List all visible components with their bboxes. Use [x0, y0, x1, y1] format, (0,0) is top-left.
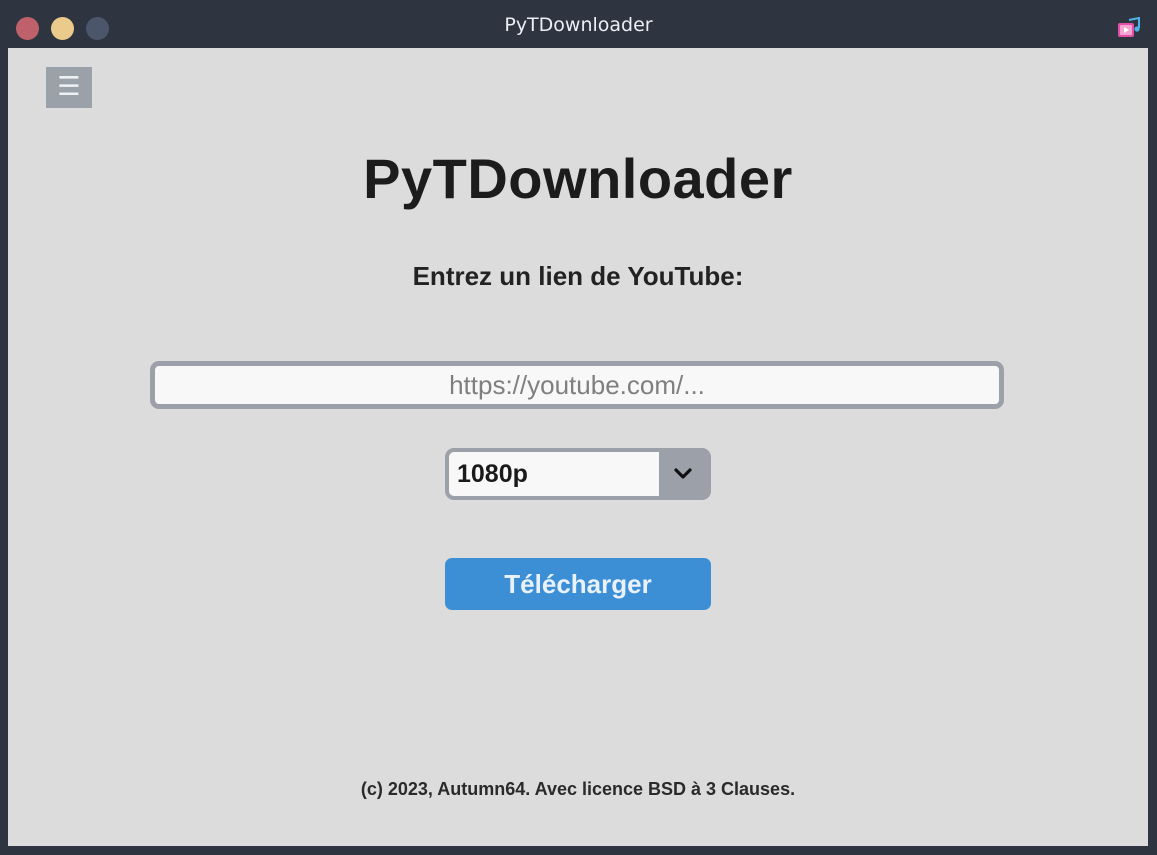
url-prompt-label: Entrez un lien de YouTube: — [412, 261, 744, 291]
hamburger-menu-button[interactable]: ☰ — [46, 67, 92, 108]
main-content: ☰ PyTDownloader Entrez un lien de YouTub… — [8, 48, 1148, 846]
url-input[interactable] — [150, 361, 1004, 409]
title-bar: PyTDownloader — [0, 0, 1157, 48]
quality-select-arrow[interactable] — [659, 452, 707, 496]
quality-select-value: 1080p — [449, 452, 659, 496]
quality-select[interactable]: 1080p — [445, 448, 711, 500]
page-title: PyTDownloader — [363, 147, 793, 210]
app-window: PyTDownloader ☰ PyTDownloader Entrez un … — [0, 0, 1157, 855]
hamburger-menu-icon: ☰ — [57, 72, 81, 102]
download-button[interactable]: Télécharger — [445, 558, 711, 610]
footer-copyright: (c) 2023, Autumn64. Avec licence BSD à 3… — [360, 779, 796, 799]
chevron-down-icon — [674, 468, 692, 479]
video-music-icon — [1118, 17, 1140, 37]
window-title: PyTDownloader — [504, 14, 653, 36]
